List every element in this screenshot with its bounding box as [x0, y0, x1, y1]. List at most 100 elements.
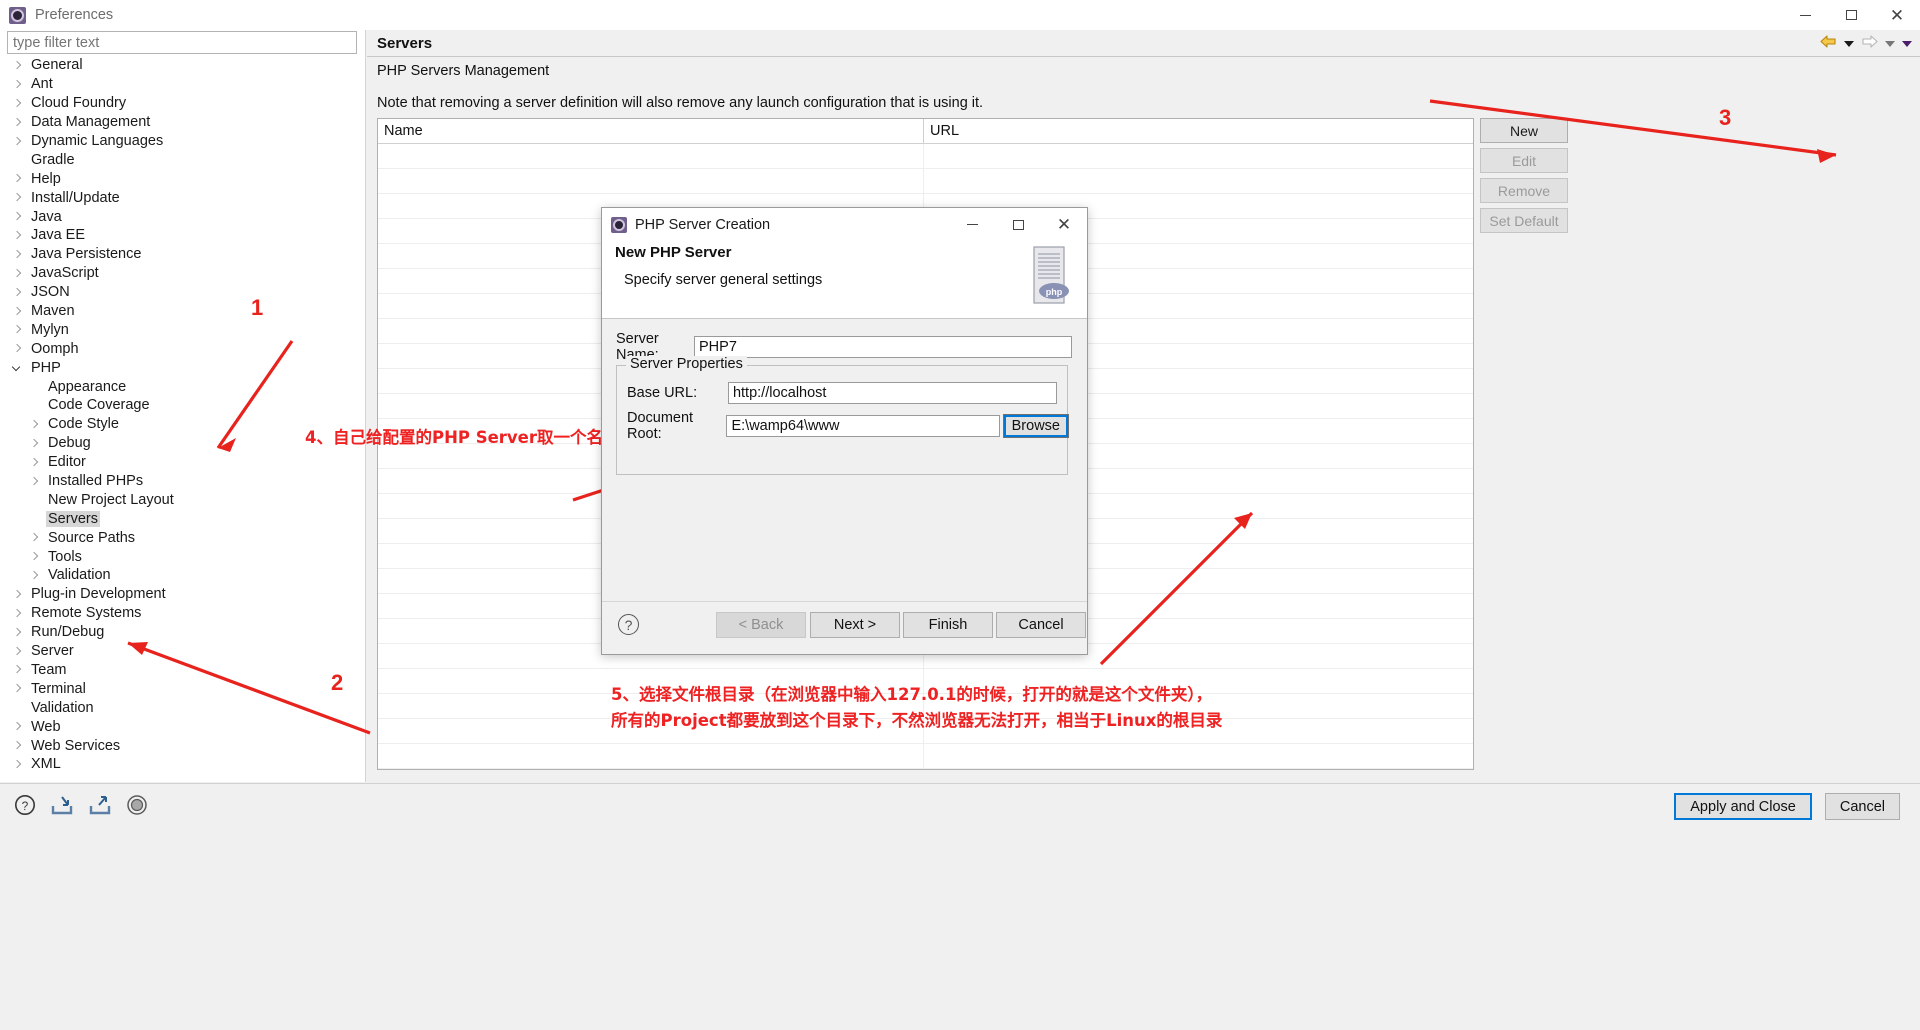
tree-item-data-management[interactable]: Data Management	[0, 113, 366, 132]
tree-item-web-services[interactable]: Web Services	[0, 736, 366, 755]
chevron-right-icon[interactable]	[13, 684, 22, 693]
apply-and-close-button[interactable]: Apply and Close	[1674, 793, 1812, 820]
chevron-right-icon[interactable]	[13, 137, 22, 146]
server-name-input[interactable]	[694, 336, 1072, 358]
chevron-right-icon[interactable]	[30, 439, 39, 448]
tree-item-maven[interactable]: Maven	[0, 302, 366, 321]
maximize-button[interactable]	[1828, 0, 1874, 30]
dialog-minimize-button[interactable]	[949, 208, 995, 241]
chevron-right-icon[interactable]	[13, 665, 22, 674]
tree-item-plug-in-development[interactable]: Plug-in Development	[0, 585, 366, 604]
tree-item-appearance[interactable]: Appearance	[0, 377, 366, 396]
chevron-right-icon[interactable]	[30, 420, 39, 429]
tree-item-java[interactable]: Java	[0, 207, 366, 226]
tree-item-install-update[interactable]: Install/Update	[0, 188, 366, 207]
minimize-button[interactable]	[1782, 0, 1828, 30]
tree-item-java-ee[interactable]: Java EE	[0, 226, 366, 245]
tree-item-validation[interactable]: Validation	[0, 698, 366, 717]
tree-item-new-project-layout[interactable]: New Project Layout	[0, 490, 366, 509]
tree-item-ant[interactable]: Ant	[0, 75, 366, 94]
chevron-right-icon[interactable]	[30, 458, 39, 467]
chevron-right-icon[interactable]	[13, 118, 22, 127]
tree-item-java-persistence[interactable]: Java Persistence	[0, 245, 366, 264]
chevron-right-icon[interactable]	[13, 269, 22, 278]
table-row[interactable]	[378, 694, 1473, 719]
tree-item-xml[interactable]: XML	[0, 755, 366, 774]
tree-item-javascript[interactable]: JavaScript	[0, 264, 366, 283]
dialog-close-button[interactable]: ✕	[1041, 208, 1087, 241]
chevron-right-icon[interactable]	[13, 80, 22, 89]
column-header-url[interactable]: URL	[924, 119, 1473, 143]
chevron-right-icon[interactable]	[13, 61, 22, 70]
tree-item-general[interactable]: General	[0, 56, 366, 75]
chevron-right-icon[interactable]	[13, 722, 22, 731]
search-input[interactable]	[7, 31, 357, 54]
export-icon[interactable]	[88, 794, 112, 821]
chevron-right-icon[interactable]	[30, 571, 39, 580]
chevron-right-icon[interactable]	[13, 344, 22, 353]
tree-item-run-debug[interactable]: Run/Debug	[0, 623, 366, 642]
chevron-right-icon[interactable]	[30, 533, 39, 542]
chevron-right-icon[interactable]	[13, 250, 22, 259]
chevron-right-icon[interactable]	[13, 647, 22, 656]
tree-item-dynamic-languages[interactable]: Dynamic Languages	[0, 132, 366, 151]
cancel-button[interactable]: Cancel	[1824, 793, 1900, 820]
preferences-tree[interactable]: General Ant Cloud Foundry Data Management Dy…	[0, 56, 366, 774]
column-header-name[interactable]: Name	[378, 119, 924, 143]
tree-item-editor[interactable]: Editor	[0, 453, 366, 472]
tree-item-php[interactable]: PHP	[0, 358, 366, 377]
chevron-right-icon[interactable]	[13, 628, 22, 637]
tree-item-code-coverage[interactable]: Code Coverage	[0, 396, 366, 415]
chevron-right-icon[interactable]	[13, 99, 22, 108]
chevron-right-icon[interactable]	[13, 741, 22, 750]
back-dropdown-icon[interactable]	[1844, 40, 1854, 47]
chevron-right-icon[interactable]	[13, 609, 22, 618]
finish-button[interactable]: Finish	[903, 612, 993, 638]
tree-item-json[interactable]: JSON	[0, 283, 366, 302]
chevron-right-icon[interactable]	[13, 212, 22, 221]
chevron-right-icon[interactable]	[13, 193, 22, 202]
tree-item-cloud-foundry[interactable]: Cloud Foundry	[0, 94, 366, 113]
table-row[interactable]	[378, 169, 1473, 194]
tree-item-gradle[interactable]: Gradle	[0, 150, 366, 169]
view-menu-icon[interactable]	[1902, 40, 1912, 47]
chevron-right-icon[interactable]	[13, 174, 22, 183]
tree-item-installed-phps[interactable]: Installed PHPs	[0, 472, 366, 491]
help-icon[interactable]: ?	[14, 794, 36, 821]
chevron-right-icon[interactable]	[13, 231, 22, 240]
tree-item-tools[interactable]: Tools	[0, 547, 366, 566]
chevron-right-icon[interactable]	[30, 552, 39, 561]
table-row[interactable]	[378, 144, 1473, 169]
import-icon[interactable]	[50, 794, 74, 821]
tree-item-servers[interactable]: Servers	[0, 509, 366, 528]
cancel-button[interactable]: Cancel	[996, 612, 1086, 638]
chevron-right-icon[interactable]	[13, 325, 22, 334]
base-url-input[interactable]	[727, 382, 1057, 404]
tree-item-oomph[interactable]: Oomph	[0, 339, 366, 358]
tree-item-debug[interactable]: Debug	[0, 434, 366, 453]
dialog-help-icon[interactable]: ?	[618, 614, 639, 635]
tree-item-validation[interactable]: Validation	[0, 566, 366, 585]
new-button[interactable]: New	[1480, 118, 1568, 143]
tree-item-web[interactable]: Web	[0, 717, 366, 736]
table-row[interactable]	[378, 719, 1473, 744]
table-row[interactable]	[378, 669, 1473, 694]
tree-item-help[interactable]: Help	[0, 169, 366, 188]
chevron-right-icon[interactable]	[13, 307, 22, 316]
dialog-maximize-button[interactable]	[995, 208, 1041, 241]
table-row[interactable]	[378, 744, 1473, 769]
restore-defaults-icon[interactable]	[126, 794, 148, 821]
tree-item-team[interactable]: Team	[0, 661, 366, 680]
tree-item-server[interactable]: Server	[0, 642, 366, 661]
chevron-right-icon[interactable]	[13, 760, 22, 769]
back-arrow-icon[interactable]	[1820, 34, 1837, 53]
tree-item-remote-systems[interactable]: Remote Systems	[0, 604, 366, 623]
document-root-input[interactable]	[726, 415, 1000, 437]
chevron-right-icon[interactable]	[13, 288, 22, 297]
tree-item-mylyn[interactable]: Mylyn	[0, 320, 366, 339]
browse-button[interactable]: Browse	[1002, 414, 1069, 438]
chevron-right-icon[interactable]	[13, 590, 22, 599]
chevron-right-icon[interactable]	[30, 477, 39, 486]
tree-item-terminal[interactable]: Terminal	[0, 679, 366, 698]
close-button[interactable]: ✕	[1874, 0, 1920, 30]
